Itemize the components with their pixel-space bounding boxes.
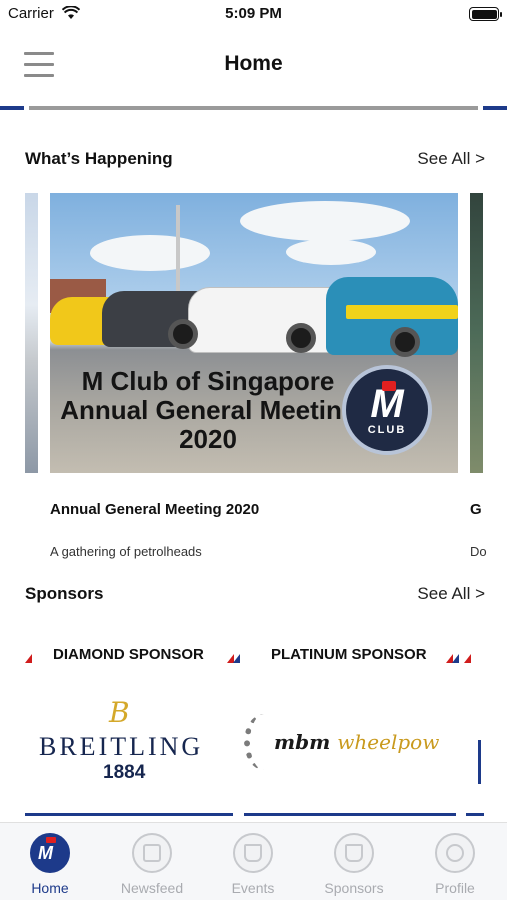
event-subtitle: A gathering of petrolheads xyxy=(50,544,202,559)
mbm-accent: wheelpow xyxy=(337,730,440,754)
next-event-title: G xyxy=(470,501,482,518)
event-card[interactable]: M Club of Singapore Annual General Meeti… xyxy=(50,193,458,563)
nav-divider xyxy=(29,106,478,110)
status-bar: Carrier 5:09 PM xyxy=(0,0,507,28)
sponsor-underline xyxy=(466,813,484,816)
tab-bar: M Home Newsfeed Events Sponsors Profile xyxy=(0,822,507,900)
navigation-bar: Home xyxy=(0,30,507,102)
tab-newsfeed-label: Newsfeed xyxy=(120,880,184,896)
tab-home-label: Home xyxy=(31,880,69,896)
club-logo-icon: M xyxy=(30,833,70,873)
newspaper-icon xyxy=(132,833,172,873)
mbm-name: mbm xyxy=(274,730,331,754)
event-image-subheadline: Annual General Meeting xyxy=(60,395,358,425)
page-title: Home xyxy=(224,52,283,75)
tier-marker-icon xyxy=(464,654,471,663)
event-image: M Club of Singapore Annual General Meeti… xyxy=(50,193,458,473)
badge-club: CLUB xyxy=(367,424,407,436)
sponsor-underline xyxy=(25,813,233,816)
tab-home[interactable]: M Home xyxy=(0,831,100,897)
tab-newsfeed[interactable]: Newsfeed xyxy=(102,831,202,897)
sponsor-underline xyxy=(244,813,456,816)
breitling-name: BREITLING xyxy=(39,732,204,761)
event-title: Annual General Meeting 2020 xyxy=(50,501,260,518)
tier-marker-icon xyxy=(452,654,459,663)
tab-sponsors[interactable]: Sponsors xyxy=(304,831,404,897)
battery-icon xyxy=(469,7,502,21)
store-icon xyxy=(233,833,273,873)
tab-sponsors-label: Sponsors xyxy=(324,880,384,896)
sponsors-title: Sponsors xyxy=(25,584,104,603)
club-logo-icon: M CLUB xyxy=(342,365,432,455)
tab-profile[interactable]: Profile xyxy=(405,831,505,897)
mbm-logo-text: mbm wheelpow xyxy=(274,730,439,754)
user-settings-icon xyxy=(435,833,475,873)
mbm-wheelpower-sponsor-logo[interactable]: mbm wheelpow xyxy=(244,690,456,800)
tab-events-label: Events xyxy=(231,880,275,896)
event-image-year: 2020 xyxy=(179,424,237,454)
clock: 5:09 PM xyxy=(225,5,282,22)
tier-marker-icon xyxy=(25,654,32,663)
diamond-tier-header: DIAMOND SPONSOR xyxy=(25,643,240,667)
nav-divider-right xyxy=(483,106,507,110)
sponsors-see-all-link[interactable]: See All > xyxy=(417,584,485,604)
tab-events[interactable]: Events xyxy=(203,831,303,897)
breitling-year: 1884 xyxy=(103,762,146,783)
event-image-headline: M Club of Singapore xyxy=(81,366,335,396)
next-event-subtitle: Do xyxy=(470,544,487,559)
breitling-mark: B xyxy=(109,696,130,729)
next-event-card[interactable] xyxy=(470,193,483,473)
sponsors-header: Sponsors See All > xyxy=(25,584,485,610)
tier-label: PLATINUM SPONSOR xyxy=(271,646,427,663)
nav-divider-left xyxy=(0,106,24,110)
happening-see-all-link[interactable]: See All > xyxy=(417,149,485,169)
happening-header: What’s Happening See All > xyxy=(25,149,485,175)
previous-event-card[interactable] xyxy=(25,193,38,473)
next-sponsor-logo[interactable] xyxy=(478,740,484,784)
platinum-tier-header: PLATINUM SPONSOR xyxy=(244,643,484,667)
tab-profile-label: Profile xyxy=(435,880,475,896)
tier-marker-icon xyxy=(233,654,240,663)
store-icon xyxy=(334,833,374,873)
tier-label: DIAMOND SPONSOR xyxy=(53,646,204,663)
breitling-sponsor-logo[interactable]: B BREITLING 1884 xyxy=(25,690,237,800)
happening-title: What’s Happening xyxy=(25,149,173,168)
